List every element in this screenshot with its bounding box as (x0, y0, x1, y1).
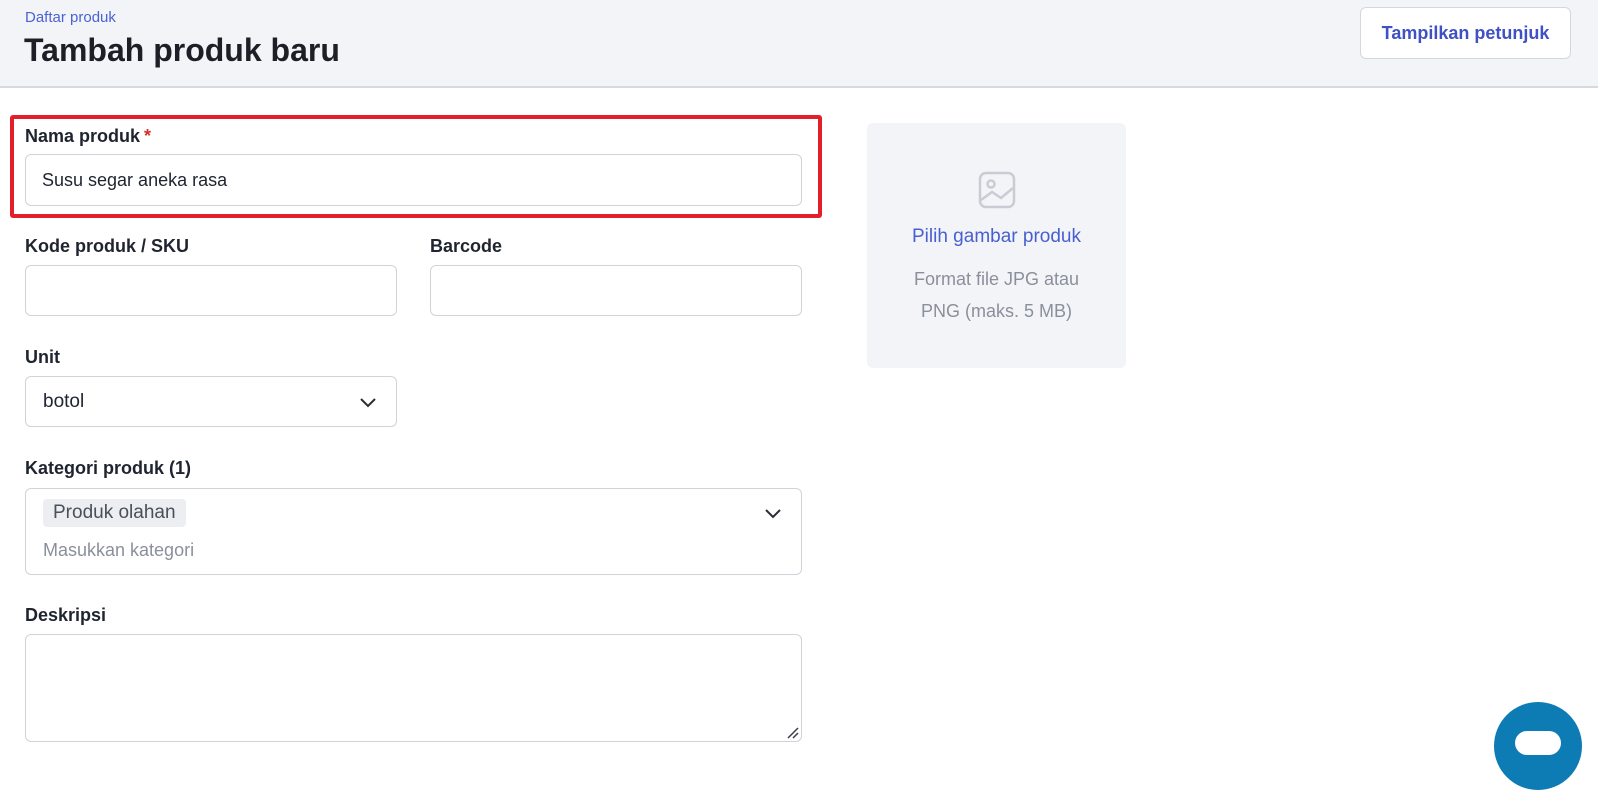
chat-button[interactable] (1494, 702, 1582, 790)
barcode-label: Barcode (430, 236, 503, 256)
sku-field[interactable] (25, 265, 397, 316)
barcode-field[interactable] (430, 265, 802, 316)
page-title: Tambah produk baru (24, 32, 340, 68)
chevron-down-icon (360, 398, 376, 408)
category-label: Kategori produk (1) (25, 458, 192, 478)
description-textarea[interactable] (26, 635, 801, 741)
sku-label: Kode produk / SKU (25, 236, 190, 256)
image-icon (978, 171, 1016, 209)
chevron-down-icon[interactable] (762, 502, 784, 524)
page-header: Daftar produk Tambah produk baru Tampilk… (0, 0, 1598, 88)
sku-input[interactable] (26, 266, 396, 315)
choose-image-link[interactable]: Pilih gambar produk (867, 226, 1126, 248)
image-format-hint: Format file JPG atau PNG (maks. 5 MB) (867, 263, 1126, 327)
unit-selected-value: botol (43, 391, 85, 412)
category-chip[interactable]: Produk olahan (43, 499, 186, 527)
barcode-input[interactable] (431, 266, 801, 315)
unit-label: Unit (25, 347, 60, 367)
breadcrumb-product-list[interactable]: Daftar produk (25, 9, 116, 26)
category-input-placeholder[interactable]: Masukkan kategori (43, 540, 194, 561)
description-field[interactable] (25, 634, 802, 742)
product-name-field[interactable] (25, 154, 802, 206)
category-multiselect[interactable]: Produk olahan Masukkan kategori (25, 488, 802, 575)
product-name-label-text: Nama produk (25, 126, 141, 146)
product-name-input[interactable] (26, 155, 801, 205)
chat-icon (1515, 731, 1561, 755)
image-hint-line1: Format file JPG atau (913, 269, 1080, 289)
resize-handle-icon[interactable] (785, 725, 799, 739)
product-name-label: Nama produk * (25, 126, 151, 147)
description-label: Deskripsi (25, 605, 107, 625)
product-image-upload[interactable]: Pilih gambar produk Format file JPG atau… (867, 123, 1126, 368)
image-hint-line2: PNG (maks. 5 MB) (920, 301, 1072, 321)
show-hint-button[interactable]: Tampilkan petunjuk (1360, 7, 1571, 59)
unit-select[interactable]: botol (25, 376, 397, 427)
required-mark: * (144, 126, 152, 146)
